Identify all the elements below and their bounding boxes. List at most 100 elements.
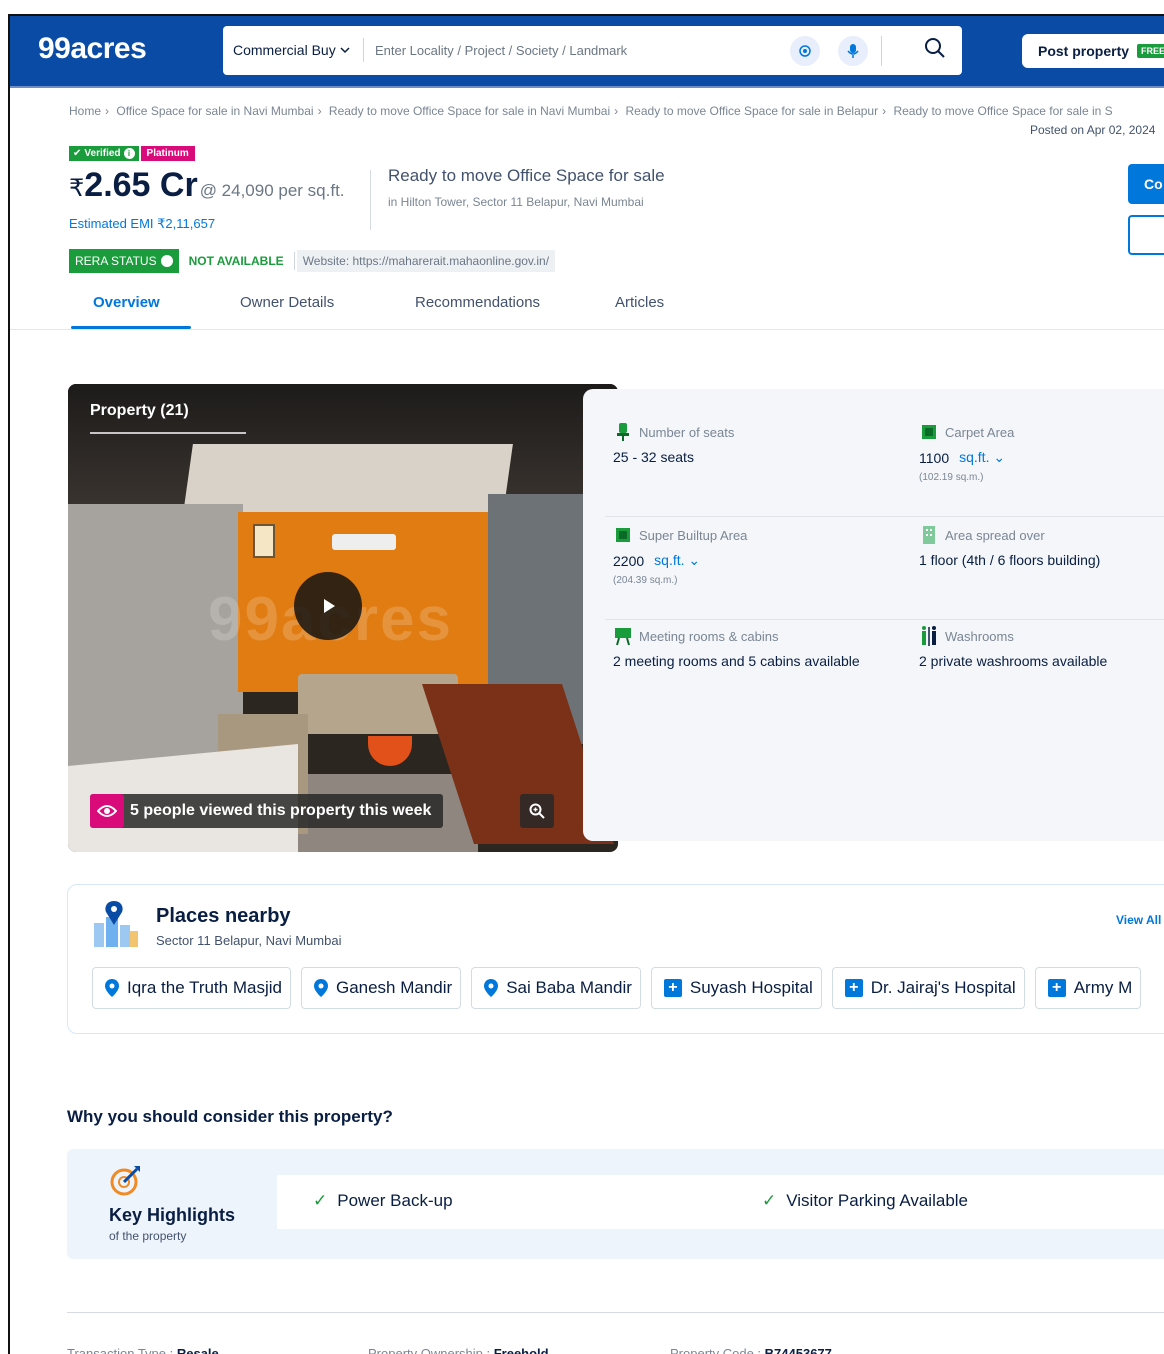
ownership-label: Property Ownership : <box>368 1346 494 1354</box>
property-details-panel: Number of seats 25 - 32 seats Carpet Are… <box>583 389 1164 841</box>
tab-recommendations[interactable]: Recommendations <box>415 294 540 311</box>
check-icon: ✓ <box>313 1191 328 1210</box>
place-chip[interactable]: Iqra the Truth Masjid <box>92 967 291 1009</box>
places-chip-list: Iqra the Truth Masjid Ganesh Mandir Sai … <box>92 967 1142 1009</box>
place-chip[interactable]: Ganesh Mandir <box>300 967 462 1009</box>
spread-value: 1 floor (4th / 6 floors building) <box>919 552 1101 568</box>
info-icon[interactable]: i <box>123 148 135 159</box>
ownership-value: Freehold <box>493 1346 549 1354</box>
contact-owner-button[interactable]: Co <box>1128 164 1164 204</box>
site-logo[interactable]: 99acres <box>38 32 147 66</box>
rera-website[interactable]: Website: https://maharerait.mahaonline.g… <box>296 250 556 272</box>
play-icon[interactable] <box>294 572 362 640</box>
detail-divider <box>605 619 1164 620</box>
meeting-value: 2 meeting rooms and 5 cabins available <box>613 653 860 669</box>
place-chip-label: Sai Baba Mandir <box>506 978 632 997</box>
verified-label: Verified <box>84 148 121 159</box>
property-gallery[interactable]: 99acres Property (21) 5 people viewed th… <box>68 384 618 852</box>
active-tab-indicator <box>71 326 191 329</box>
rera-status-badge: RERA STATUS <box>69 249 179 273</box>
code-label: Property Code : <box>670 1346 765 1354</box>
breadcrumb-item[interactable]: Ready to move Office Space for sale in B… <box>626 104 879 118</box>
builtup-unit-dropdown[interactable]: sq.ft. ⌄ <box>654 552 700 569</box>
photo-air-conditioner <box>332 534 396 550</box>
property-code: Property Code : B74453677 <box>670 1346 832 1354</box>
location-pin-icon <box>105 979 119 997</box>
views-banner: 5 people viewed this property this week <box>90 794 444 828</box>
gallery-title-underline <box>90 432 246 434</box>
photo-wall-frame <box>253 524 275 558</box>
post-property-label: Post property <box>1038 43 1130 59</box>
detail-area-spread: Area spread over 1 floor (4th / 6 floors… <box>919 524 1100 568</box>
place-chip[interactable]: Sai Baba Mandir <box>471 967 641 1009</box>
place-chip-label: Army M <box>1073 978 1133 997</box>
eye-icon <box>90 794 124 828</box>
price-value: 2.65 Cr <box>84 166 198 204</box>
breadcrumb-item[interactable]: Ready to move Office Space for sale in N… <box>329 104 610 118</box>
post-property-button[interactable]: Post property FREE <box>1022 34 1164 68</box>
seats-label: Number of seats <box>639 424 735 440</box>
carpet-unit-label: sq.ft. <box>959 449 990 465</box>
carpet-unit-dropdown[interactable]: sq.ft. ⌄ <box>959 449 1005 466</box>
zoom-icon[interactable] <box>520 794 554 828</box>
transaction-label: Transaction Type : <box>67 1346 177 1354</box>
carpet-sqm: (102.19 sq.m.) <box>919 472 984 483</box>
key-highlights-subtitle: of the property <box>109 1229 187 1243</box>
views-text: 5 people viewed this property this week <box>130 802 432 819</box>
place-chip[interactable]: + Suyash Hospital <box>650 967 822 1009</box>
search-divider-2 <box>881 36 882 66</box>
washroom-value: 2 private washrooms available <box>919 653 1108 669</box>
builtup-unit-label: sq.ft. <box>654 552 685 568</box>
view-all-link[interactable]: View All <box>1116 913 1161 927</box>
microphone-icon[interactable] <box>838 36 868 66</box>
property-location: in Hilton Tower, Sector 11 Belapur, Navi… <box>388 195 644 209</box>
area-icon <box>616 528 630 542</box>
transaction-type: Transaction Type : Resale <box>67 1346 219 1354</box>
washroom-icon <box>922 626 936 646</box>
verified-badge: ✔ Verified i <box>69 146 139 161</box>
highlight-label: Visitor Parking Available <box>786 1191 969 1210</box>
target-icon <box>110 1166 140 1196</box>
search-bar: Commercial Buy <box>223 26 962 75</box>
carpet-value: 1100 <box>919 449 950 466</box>
search-type-dropdown[interactable]: Commercial Buy <box>233 42 350 58</box>
place-chip[interactable]: + Army M <box>1034 967 1142 1009</box>
locate-me-icon[interactable] <box>790 36 820 66</box>
secondary-action-button[interactable] <box>1128 215 1164 255</box>
place-chip-label: Dr. Jairaj's Hospital <box>870 978 1016 997</box>
header-divider <box>370 170 371 230</box>
info-icon[interactable] <box>160 255 173 267</box>
search-icon[interactable] <box>923 36 951 64</box>
detail-divider <box>605 516 1164 517</box>
places-nearby-card: Places nearby Sector 11 Belapur, Navi Mu… <box>67 884 1164 1034</box>
area-icon <box>922 425 936 439</box>
breadcrumb: Home › Office Space for sale in Navi Mumb… <box>69 104 1113 118</box>
tab-overview[interactable]: Overview <box>93 294 160 311</box>
seats-value: 25 - 32 seats <box>613 449 694 465</box>
detail-seats: Number of seats 25 - 32 seats <box>613 421 734 465</box>
place-chip[interactable]: + Dr. Jairaj's Hospital <box>831 967 1025 1009</box>
search-input[interactable] <box>375 36 785 64</box>
tab-bar: Overview Owner Details Recommendations A… <box>10 284 1164 330</box>
meeting-room-icon <box>615 628 631 646</box>
places-subtitle: Sector 11 Belapur, Navi Mumbai <box>156 933 342 948</box>
highlight-label: Power Back-up <box>337 1191 453 1210</box>
property-title: Ready to move Office Space for sale <box>388 166 665 185</box>
carpet-label: Carpet Area <box>945 424 1015 440</box>
tab-owner-details[interactable]: Owner Details <box>240 294 334 311</box>
hospital-icon: + <box>844 979 863 997</box>
breadcrumb-item[interactable]: Office Space for sale in Navi Mumbai <box>116 104 313 118</box>
property-ownership: Property Ownership : Freehold <box>368 1346 549 1354</box>
key-highlights-box: Key Highlights of the property ✓ Power B… <box>67 1149 1164 1259</box>
detail-builtup-area: Super Builtup Area 2200 sq.ft. ⌄ (204.39… <box>613 524 748 587</box>
emi-link[interactable]: Estimated EMI ₹2,11,657 <box>69 216 215 232</box>
tab-articles[interactable]: Articles <box>615 294 664 311</box>
breadcrumb-item[interactable]: Home <box>69 104 101 118</box>
breadcrumb-item[interactable]: Ready to move Office Space for sale in S <box>893 104 1112 118</box>
rera-divider <box>293 252 295 270</box>
rera-value: NOT AVAILABLE <box>188 254 284 268</box>
gallery-title[interactable]: Property (21) <box>90 402 189 420</box>
location-pin-icon <box>313 979 328 997</box>
location-pin-icon <box>484 979 499 997</box>
builtup-label: Super Builtup Area <box>639 527 748 543</box>
